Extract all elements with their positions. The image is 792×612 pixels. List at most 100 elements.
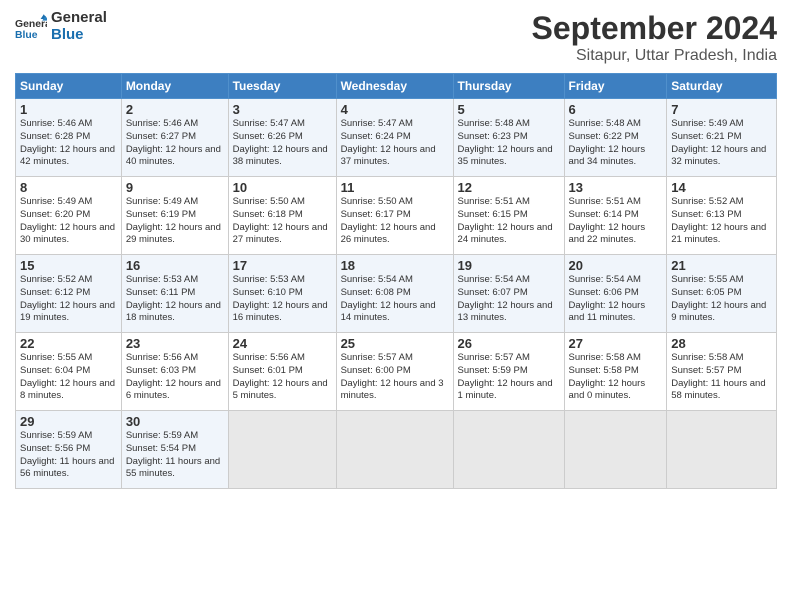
day-number: 5 — [458, 102, 560, 117]
day-number: 23 — [126, 336, 224, 351]
calendar-week-5: 29Sunrise: 5:59 AMSunset: 5:56 PMDayligh… — [16, 411, 777, 489]
day-number: 13 — [569, 180, 663, 195]
day-info: Sunrise: 5:58 AMSunset: 5:58 PMDaylight:… — [569, 352, 663, 403]
calendar-cell: 28Sunrise: 5:58 AMSunset: 5:57 PMDayligh… — [667, 333, 777, 411]
calendar-week-1: 1Sunrise: 5:46 AMSunset: 6:28 PMDaylight… — [16, 99, 777, 177]
day-info: Sunrise: 5:54 AMSunset: 6:06 PMDaylight:… — [569, 274, 663, 325]
calendar-cell: 29Sunrise: 5:59 AMSunset: 5:56 PMDayligh… — [16, 411, 122, 489]
calendar-cell: 25Sunrise: 5:57 AMSunset: 6:00 PMDayligh… — [336, 333, 453, 411]
day-number: 20 — [569, 258, 663, 273]
calendar-cell — [228, 411, 336, 489]
calendar-cell — [564, 411, 667, 489]
day-number: 18 — [341, 258, 449, 273]
day-info: Sunrise: 5:49 AMSunset: 6:20 PMDaylight:… — [20, 196, 117, 247]
svg-text:General: General — [15, 19, 47, 30]
day-number: 19 — [458, 258, 560, 273]
day-info: Sunrise: 5:51 AMSunset: 6:15 PMDaylight:… — [458, 196, 560, 247]
day-info: Sunrise: 5:54 AMSunset: 6:08 PMDaylight:… — [341, 274, 449, 325]
day-info: Sunrise: 5:52 AMSunset: 6:13 PMDaylight:… — [671, 196, 772, 247]
svg-text:Blue: Blue — [15, 30, 38, 41]
day-number: 29 — [20, 414, 117, 429]
day-info: Sunrise: 5:55 AMSunset: 6:04 PMDaylight:… — [20, 352, 117, 403]
day-info: Sunrise: 5:46 AMSunset: 6:28 PMDaylight:… — [20, 118, 117, 169]
calendar-cell: 24Sunrise: 5:56 AMSunset: 6:01 PMDayligh… — [228, 333, 336, 411]
day-number: 2 — [126, 102, 224, 117]
day-info: Sunrise: 5:48 AMSunset: 6:23 PMDaylight:… — [458, 118, 560, 169]
calendar-cell: 12Sunrise: 5:51 AMSunset: 6:15 PMDayligh… — [453, 177, 564, 255]
day-info: Sunrise: 5:53 AMSunset: 6:10 PMDaylight:… — [233, 274, 332, 325]
day-info: Sunrise: 5:57 AMSunset: 5:59 PMDaylight:… — [458, 352, 560, 403]
header-col-monday: Monday — [121, 74, 228, 99]
calendar-cell: 3Sunrise: 5:47 AMSunset: 6:26 PMDaylight… — [228, 99, 336, 177]
header-col-wednesday: Wednesday — [336, 74, 453, 99]
logo-text-line2: Blue — [51, 27, 107, 44]
day-number: 1 — [20, 102, 117, 117]
calendar-cell: 13Sunrise: 5:51 AMSunset: 6:14 PMDayligh… — [564, 177, 667, 255]
logo: General Blue General Blue — [15, 10, 107, 43]
calendar-cell: 4Sunrise: 5:47 AMSunset: 6:24 PMDaylight… — [336, 99, 453, 177]
calendar-cell: 6Sunrise: 5:48 AMSunset: 6:22 PMDaylight… — [564, 99, 667, 177]
day-info: Sunrise: 5:57 AMSunset: 6:00 PMDaylight:… — [341, 352, 449, 403]
day-number: 30 — [126, 414, 224, 429]
day-number: 10 — [233, 180, 332, 195]
calendar-cell: 9Sunrise: 5:49 AMSunset: 6:19 PMDaylight… — [121, 177, 228, 255]
header-col-friday: Friday — [564, 74, 667, 99]
day-number: 8 — [20, 180, 117, 195]
header-col-thursday: Thursday — [453, 74, 564, 99]
day-number: 28 — [671, 336, 772, 351]
day-number: 25 — [341, 336, 449, 351]
calendar-cell: 23Sunrise: 5:56 AMSunset: 6:03 PMDayligh… — [121, 333, 228, 411]
day-number: 21 — [671, 258, 772, 273]
calendar-week-4: 22Sunrise: 5:55 AMSunset: 6:04 PMDayligh… — [16, 333, 777, 411]
header-col-saturday: Saturday — [667, 74, 777, 99]
calendar-cell — [336, 411, 453, 489]
day-info: Sunrise: 5:47 AMSunset: 6:26 PMDaylight:… — [233, 118, 332, 169]
calendar-cell: 22Sunrise: 5:55 AMSunset: 6:04 PMDayligh… — [16, 333, 122, 411]
calendar-cell: 15Sunrise: 5:52 AMSunset: 6:12 PMDayligh… — [16, 255, 122, 333]
day-number: 9 — [126, 180, 224, 195]
header-col-tuesday: Tuesday — [228, 74, 336, 99]
calendar-cell: 17Sunrise: 5:53 AMSunset: 6:10 PMDayligh… — [228, 255, 336, 333]
logo-icon: General Blue — [15, 11, 47, 43]
calendar-cell: 14Sunrise: 5:52 AMSunset: 6:13 PMDayligh… — [667, 177, 777, 255]
day-info: Sunrise: 5:50 AMSunset: 6:18 PMDaylight:… — [233, 196, 332, 247]
day-info: Sunrise: 5:58 AMSunset: 5:57 PMDaylight:… — [671, 352, 772, 403]
day-number: 6 — [569, 102, 663, 117]
day-info: Sunrise: 5:47 AMSunset: 6:24 PMDaylight:… — [341, 118, 449, 169]
day-number: 4 — [341, 102, 449, 117]
calendar-cell: 30Sunrise: 5:59 AMSunset: 5:54 PMDayligh… — [121, 411, 228, 489]
day-info: Sunrise: 5:53 AMSunset: 6:11 PMDaylight:… — [126, 274, 224, 325]
day-number: 15 — [20, 258, 117, 273]
calendar-cell: 11Sunrise: 5:50 AMSunset: 6:17 PMDayligh… — [336, 177, 453, 255]
calendar-subtitle: Sitapur, Uttar Pradesh, India — [532, 47, 777, 65]
calendar-cell: 26Sunrise: 5:57 AMSunset: 5:59 PMDayligh… — [453, 333, 564, 411]
header: General Blue General Blue September 2024… — [15, 10, 777, 65]
calendar-cell: 18Sunrise: 5:54 AMSunset: 6:08 PMDayligh… — [336, 255, 453, 333]
day-info: Sunrise: 5:48 AMSunset: 6:22 PMDaylight:… — [569, 118, 663, 169]
day-info: Sunrise: 5:46 AMSunset: 6:27 PMDaylight:… — [126, 118, 224, 169]
day-info: Sunrise: 5:51 AMSunset: 6:14 PMDaylight:… — [569, 196, 663, 247]
calendar-cell: 21Sunrise: 5:55 AMSunset: 6:05 PMDayligh… — [667, 255, 777, 333]
calendar-title: September 2024 — [532, 10, 777, 47]
day-number: 7 — [671, 102, 772, 117]
day-number: 24 — [233, 336, 332, 351]
calendar-cell: 20Sunrise: 5:54 AMSunset: 6:06 PMDayligh… — [564, 255, 667, 333]
calendar-header-row: SundayMondayTuesdayWednesdayThursdayFrid… — [16, 74, 777, 99]
calendar-cell: 8Sunrise: 5:49 AMSunset: 6:20 PMDaylight… — [16, 177, 122, 255]
day-info: Sunrise: 5:54 AMSunset: 6:07 PMDaylight:… — [458, 274, 560, 325]
day-info: Sunrise: 5:50 AMSunset: 6:17 PMDaylight:… — [341, 196, 449, 247]
day-number: 14 — [671, 180, 772, 195]
day-number: 26 — [458, 336, 560, 351]
day-number: 3 — [233, 102, 332, 117]
calendar-cell: 19Sunrise: 5:54 AMSunset: 6:07 PMDayligh… — [453, 255, 564, 333]
day-number: 22 — [20, 336, 117, 351]
calendar-cell — [667, 411, 777, 489]
day-number: 17 — [233, 258, 332, 273]
calendar-cell: 1Sunrise: 5:46 AMSunset: 6:28 PMDaylight… — [16, 99, 122, 177]
calendar-table: SundayMondayTuesdayWednesdayThursdayFrid… — [15, 73, 777, 489]
day-info: Sunrise: 5:52 AMSunset: 6:12 PMDaylight:… — [20, 274, 117, 325]
title-area: September 2024 Sitapur, Uttar Pradesh, I… — [532, 10, 777, 65]
calendar-week-3: 15Sunrise: 5:52 AMSunset: 6:12 PMDayligh… — [16, 255, 777, 333]
calendar-week-2: 8Sunrise: 5:49 AMSunset: 6:20 PMDaylight… — [16, 177, 777, 255]
day-info: Sunrise: 5:49 AMSunset: 6:19 PMDaylight:… — [126, 196, 224, 247]
